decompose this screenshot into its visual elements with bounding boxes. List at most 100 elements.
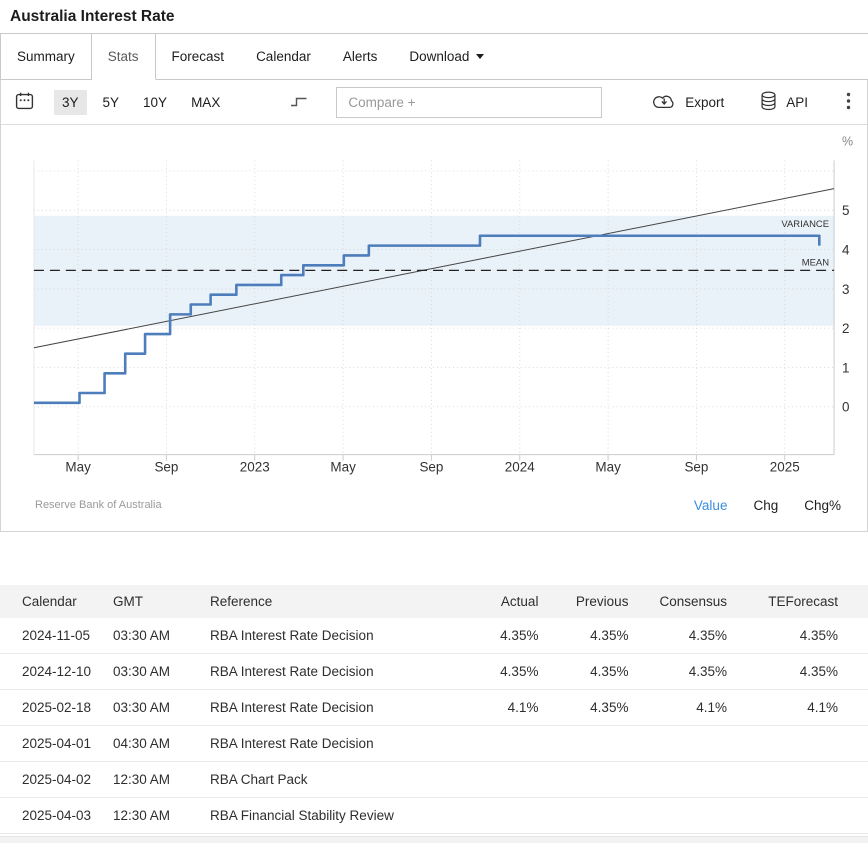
api-label: API xyxy=(786,95,808,110)
value-link[interactable]: Value xyxy=(694,498,728,513)
tab-download[interactable]: Download xyxy=(393,34,500,79)
range-button-max[interactable]: MAX xyxy=(183,90,228,115)
cell-calendar: 2024-11-05 xyxy=(0,618,103,654)
tab-calendar[interactable]: Calendar xyxy=(240,34,327,79)
cell-consensus xyxy=(649,726,753,762)
source-label: Reserve Bank of Australia xyxy=(35,499,162,511)
y-tick-label: 0 xyxy=(842,400,849,415)
col-header-previous: Previous xyxy=(559,585,649,618)
table-row[interactable]: 2025-04-0212:30 AMRBA Chart Pack xyxy=(0,762,868,798)
col-header-actual: Actual xyxy=(469,585,559,618)
cell-teforecast xyxy=(753,726,868,762)
x-tick-label: Sep xyxy=(154,460,178,475)
cell-gmt: 03:30 AM xyxy=(103,654,200,690)
cell-reference: RBA Interest Rate Decision xyxy=(200,690,469,726)
cell-calendar: 2025-04-02 xyxy=(0,762,103,798)
calendar-range-button[interactable] xyxy=(15,92,34,113)
cell-teforecast: 4.35% xyxy=(753,654,868,690)
chart-card: 3Y 5Y 10Y MAX Exp xyxy=(0,80,868,532)
col-header-teforecast: TEForecast xyxy=(753,585,868,618)
cell-actual xyxy=(469,798,559,834)
y-tick-label: 4 xyxy=(842,243,850,258)
cell-gmt: 12:30 AM xyxy=(103,798,200,834)
mean-label: MEAN xyxy=(802,257,830,268)
x-tick-label: 2024 xyxy=(505,460,535,475)
y-tick-label: 5 xyxy=(842,203,849,218)
table-row[interactable]: 2024-12-1003:30 AMRBA Interest Rate Deci… xyxy=(0,654,868,690)
cell-calendar: 2025-04-03 xyxy=(0,798,103,834)
cell-previous: 4.35% xyxy=(559,618,649,654)
x-tick-label: 2023 xyxy=(240,460,270,475)
calendar-icon xyxy=(15,92,34,113)
kebab-menu-button[interactable] xyxy=(846,92,851,113)
calendar-table-body: 2024-11-0503:30 AMRBA Interest Rate Deci… xyxy=(0,618,868,834)
cell-teforecast xyxy=(753,798,868,834)
calendar-table: Calendar GMT Reference Actual Previous C… xyxy=(0,585,868,834)
chart-footer: Reserve Bank of Australia Value Chg Chg% xyxy=(1,483,867,531)
chg-link[interactable]: Chg xyxy=(753,498,778,513)
cell-previous xyxy=(559,726,649,762)
export-label: Export xyxy=(685,95,724,110)
cell-reference: RBA Financial Stability Review xyxy=(200,798,469,834)
range-button-3y[interactable]: 3Y xyxy=(54,90,87,115)
range-button-group: 3Y 5Y 10Y MAX xyxy=(50,90,232,115)
cell-reference: RBA Interest Rate Decision xyxy=(200,726,469,762)
chart-area[interactable]: VARIANCEMEAN012345%MaySep2023MaySep2024M… xyxy=(1,125,867,483)
calendar-table-section: Calendar GMT Reference Actual Previous C… xyxy=(0,585,868,843)
kebab-menu-icon xyxy=(846,92,851,113)
table-header-row: Calendar GMT Reference Actual Previous C… xyxy=(0,585,868,618)
tab-download-label: Download xyxy=(409,49,469,64)
tab-alerts[interactable]: Alerts xyxy=(327,34,394,79)
step-line-chart-icon xyxy=(290,94,308,111)
export-button[interactable]: Export xyxy=(652,92,724,112)
x-tick-label: May xyxy=(65,460,91,475)
rate-chart-svg: VARIANCEMEAN012345%MaySep2023MaySep2024M… xyxy=(1,125,867,480)
table-row[interactable]: 2024-11-0503:30 AMRBA Interest Rate Deci… xyxy=(0,618,868,654)
cell-actual: 4.35% xyxy=(469,618,559,654)
cell-reference: RBA Interest Rate Decision xyxy=(200,618,469,654)
y-tick-label: 2 xyxy=(842,321,849,336)
table-row[interactable]: 2025-04-0104:30 AMRBA Interest Rate Deci… xyxy=(0,726,868,762)
table-row[interactable]: 2025-04-0312:30 AMRBA Financial Stabilit… xyxy=(0,798,868,834)
tab-stats[interactable]: Stats xyxy=(92,34,156,80)
range-button-5y[interactable]: 5Y xyxy=(95,90,128,115)
cell-teforecast xyxy=(753,762,868,798)
table-row[interactable]: 2025-02-1803:30 AMRBA Interest Rate Deci… xyxy=(0,690,868,726)
col-header-consensus: Consensus xyxy=(649,585,753,618)
cell-actual xyxy=(469,726,559,762)
x-tick-label: 2025 xyxy=(770,460,800,475)
cell-calendar: 2025-02-18 xyxy=(0,690,103,726)
cell-calendar: 2025-04-01 xyxy=(0,726,103,762)
cell-actual xyxy=(469,762,559,798)
cell-calendar: 2024-12-10 xyxy=(0,654,103,690)
cell-gmt: 04:30 AM xyxy=(103,726,200,762)
tab-forecast[interactable]: Forecast xyxy=(156,34,241,79)
api-button[interactable]: API xyxy=(760,91,808,114)
cell-actual: 4.35% xyxy=(469,654,559,690)
cell-consensus xyxy=(649,798,753,834)
chg-pct-link[interactable]: Chg% xyxy=(804,498,841,513)
database-icon xyxy=(760,91,777,114)
cell-previous xyxy=(559,798,649,834)
range-button-10y[interactable]: 10Y xyxy=(135,90,175,115)
cell-actual: 4.1% xyxy=(469,690,559,726)
cell-previous: 4.35% xyxy=(559,654,649,690)
cell-gmt: 03:30 AM xyxy=(103,618,200,654)
col-header-calendar: Calendar xyxy=(0,585,103,618)
toolbar-right-group: Export API xyxy=(652,91,853,114)
cell-teforecast: 4.1% xyxy=(753,690,868,726)
chevron-down-icon xyxy=(476,54,484,59)
unit-label: % xyxy=(842,134,853,148)
cell-gmt: 03:30 AM xyxy=(103,690,200,726)
y-tick-label: 3 xyxy=(842,282,849,297)
x-tick-label: Sep xyxy=(684,460,708,475)
tab-summary[interactable]: Summary xyxy=(0,34,92,79)
chart-footer-links: Value Chg Chg% xyxy=(694,498,841,513)
cell-gmt: 12:30 AM xyxy=(103,762,200,798)
chart-type-button[interactable] xyxy=(290,94,308,111)
x-tick-label: Sep xyxy=(419,460,443,475)
col-header-gmt: GMT xyxy=(103,585,200,618)
cell-consensus: 4.1% xyxy=(649,690,753,726)
cell-consensus xyxy=(649,762,753,798)
compare-input[interactable] xyxy=(336,87,602,118)
